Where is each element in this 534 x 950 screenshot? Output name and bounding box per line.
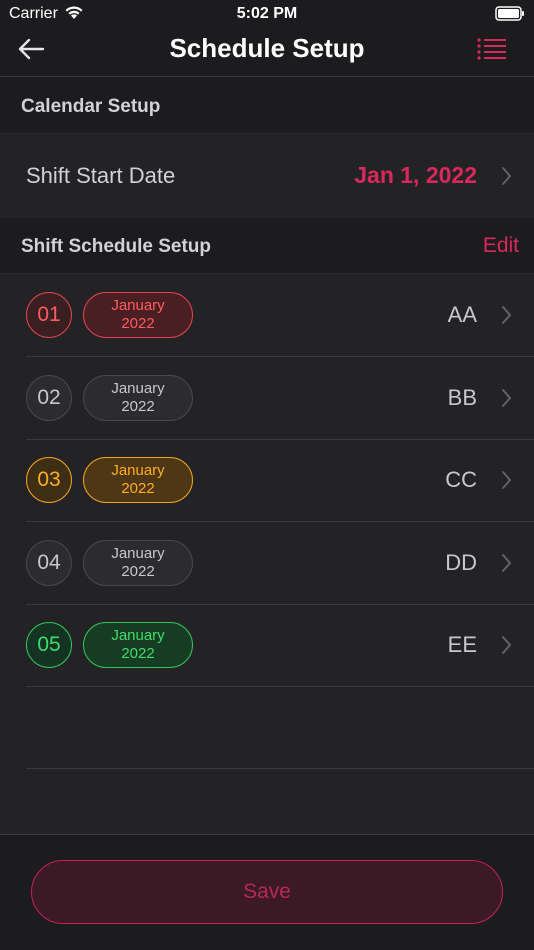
shift-date-pill: January 2022: [83, 457, 193, 503]
shift-year: 2022: [121, 645, 155, 662]
shift-schedule-header: Shift Schedule Setup Edit: [0, 218, 534, 274]
calendar-setup-header: Calendar Setup: [0, 78, 534, 134]
shift-month: January: [111, 462, 165, 479]
calendar-setup-title: Calendar Setup: [21, 96, 161, 117]
shift-date-pill: January 2022: [83, 540, 193, 586]
page-title: Schedule Setup: [169, 33, 365, 63]
chevron-right-icon: [501, 553, 512, 578]
shift-start-date-row[interactable]: Shift Start Date Jan 1, 2022: [0, 134, 534, 218]
shift-month: January: [111, 545, 165, 562]
shift-date-pill: January 2022: [83, 375, 193, 421]
chevron-right-icon: [501, 635, 512, 660]
chevron-right-icon: [501, 470, 512, 495]
shift-date-pill: January 2022: [83, 292, 193, 338]
shift-code: DD: [445, 550, 477, 575]
row-divider: [26, 686, 534, 687]
shift-row-04[interactable]: 04 January 2022 DD: [0, 522, 534, 605]
shift-row-05[interactable]: 05 January 2022 EE: [0, 604, 534, 687]
bottom-bar: Save: [0, 834, 534, 950]
clock-label: 5:02 PM: [236, 5, 298, 22]
shift-month: January: [111, 627, 165, 644]
shift-row-03[interactable]: 03 January 2022 CC: [0, 439, 534, 522]
shift-date-pill: January 2022: [83, 622, 193, 668]
shift-year: 2022: [121, 398, 155, 415]
shift-month: January: [111, 380, 165, 397]
shift-code: CC: [445, 467, 477, 492]
shift-code: BB: [447, 385, 477, 410]
shift-number-badge: 04: [26, 540, 72, 586]
shift-year: 2022: [121, 480, 155, 497]
shift-row-01[interactable]: 01 January 2022 AA: [0, 274, 534, 357]
shift-number-badge: 03: [26, 457, 72, 503]
edit-button[interactable]: Edit: [483, 234, 519, 258]
shift-code: AA: [447, 302, 477, 327]
chevron-right-icon: [501, 305, 512, 330]
shift-start-date-value: Jan 1, 2022: [354, 162, 477, 188]
row-divider: [26, 768, 534, 769]
shift-number-badge: 05: [26, 622, 72, 668]
shift-schedule-title: Shift Schedule Setup: [21, 236, 212, 257]
shift-number-badge: 01: [26, 292, 72, 338]
battery-icon: [495, 6, 525, 26]
list-icon: [477, 37, 507, 65]
status-bar: Carrier 5:02 PM: [0, 0, 534, 28]
save-button[interactable]: Save: [31, 860, 503, 924]
shift-month: January: [111, 297, 165, 314]
chevron-right-icon: [501, 166, 512, 191]
chevron-right-icon: [501, 388, 512, 413]
shift-year: 2022: [121, 315, 155, 332]
shift-row-02[interactable]: 02 January 2022 BB: [0, 357, 534, 440]
shift-year: 2022: [121, 563, 155, 580]
shift-number-badge: 02: [26, 375, 72, 421]
menu-button[interactable]: [474, 36, 510, 66]
navigation-bar: Schedule Setup: [0, 28, 534, 77]
shift-code: EE: [447, 632, 477, 657]
shift-start-date-label: Shift Start Date: [26, 163, 176, 188]
